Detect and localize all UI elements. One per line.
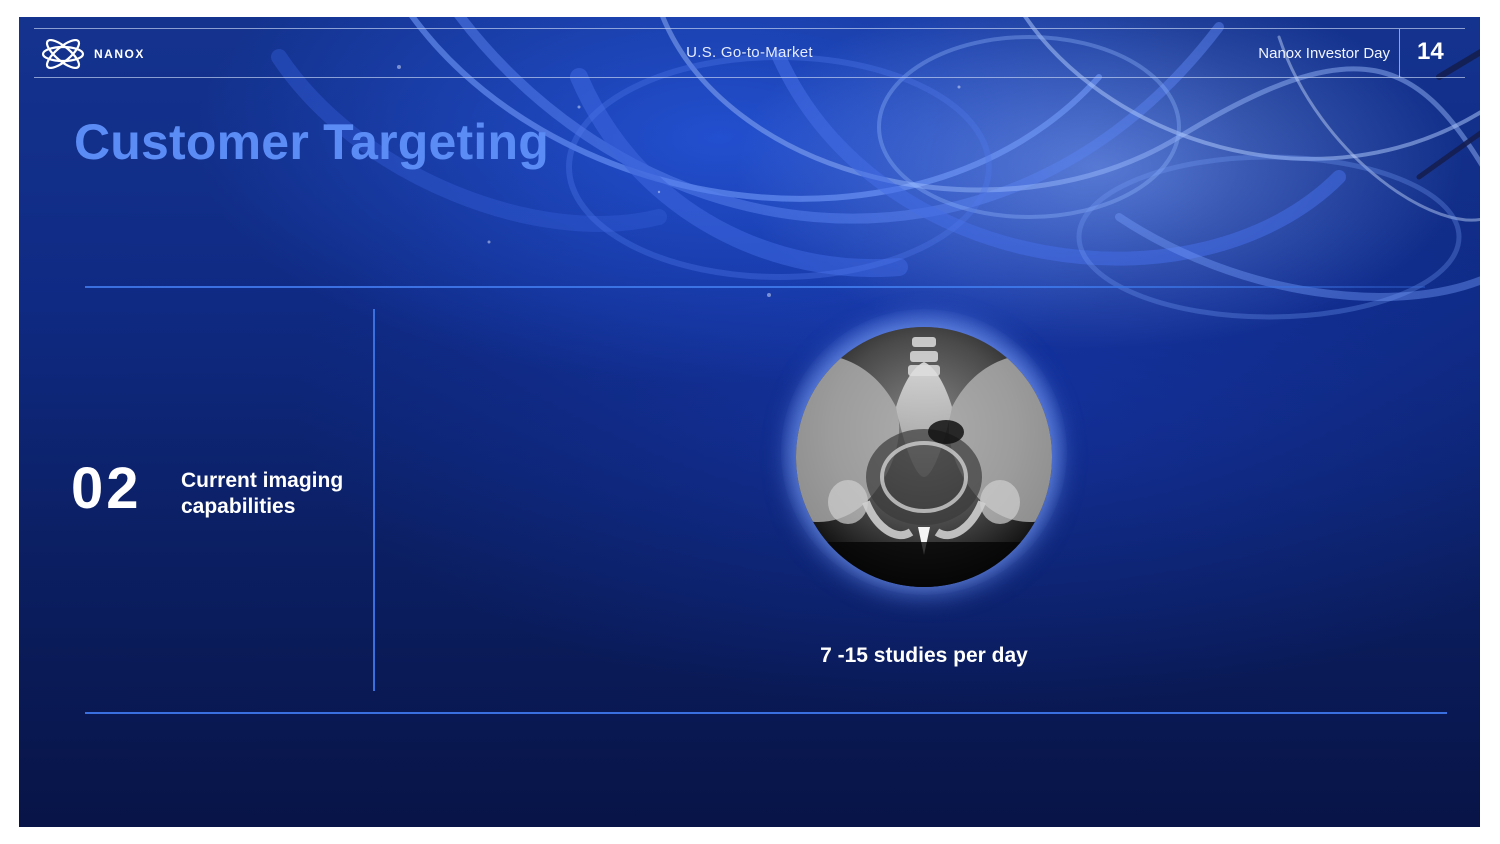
content-top-rule (85, 286, 1425, 288)
item-caption-line1: Current imaging (181, 469, 344, 492)
header-top-rule (34, 28, 1465, 29)
page-number: 14 (1417, 38, 1444, 65)
page-title: Customer Targeting (74, 114, 549, 170)
slide: NANOX U.S. Go-to-Market Nanox Investor D… (19, 17, 1480, 827)
item-number: 02 (71, 456, 142, 521)
studies-per-day-metric: 7 -15 studies per day (820, 644, 1028, 667)
content-bottom-rule (85, 712, 1447, 714)
item-caption: Current imaging capabilities (181, 468, 381, 520)
pelvis-xray-image (796, 327, 1052, 587)
header-divider (1399, 29, 1400, 77)
item-caption-line2: capabilities (181, 495, 296, 518)
event-label: Nanox Investor Day (1258, 45, 1390, 62)
header-bottom-rule (34, 77, 1465, 78)
